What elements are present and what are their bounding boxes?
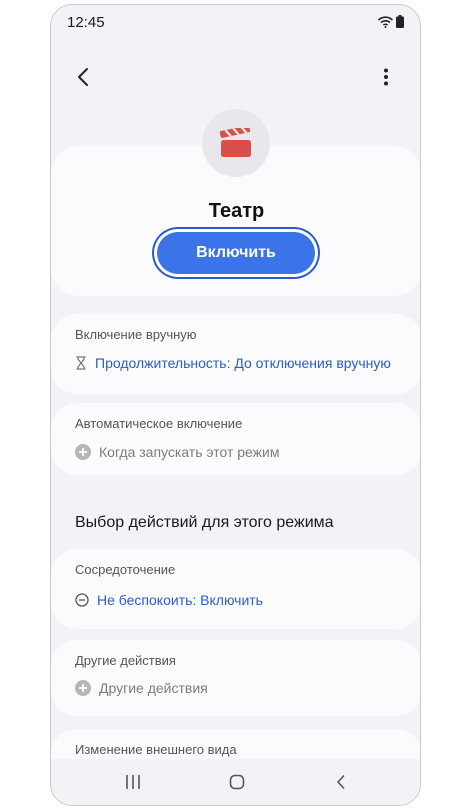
actions-heading: Выбор действий для этого режима [75,514,334,531]
mode-icon-circle [202,109,270,177]
mode-title: Театр [208,200,265,222]
back-button[interactable] [71,65,95,89]
back-icon [337,774,345,790]
other-actions-label: Другие действия [99,680,208,696]
status-icons [378,15,404,28]
phone-screen: 12:45 Театр Включить Включение вручную П… [50,4,421,806]
auto-enable-card: Автоматическое включение Когда запускать… [51,403,420,475]
focus-card: Сосредоточение Не беспокоить: Включить [51,549,420,629]
battery-icon [396,15,404,28]
plus-circle-icon [75,680,91,696]
hourglass-icon [76,356,86,370]
manual-enable-title: Включение вручную [75,327,197,342]
clapperboard-icon [219,128,251,157]
do-not-disturb-label: Не беспокоить: Включить [97,592,263,608]
home-icon [229,774,245,790]
when-to-start-label: Когда запускать этот режим [99,444,280,460]
when-to-start-setting[interactable]: Когда запускать этот режим [75,444,280,460]
other-actions-setting[interactable]: Другие действия [75,680,208,696]
focus-title: Сосредоточение [75,562,176,577]
recents-icon [126,775,140,789]
status-bar: 12:45 [51,5,420,39]
duration-label: Продолжительность: До отключения вручную [95,355,391,371]
plus-circle-icon [75,444,91,460]
appearance-title: Изменение внешнего вида [75,742,237,757]
enable-button[interactable]: Включить [157,232,315,274]
manual-enable-card: Включение вручную Продолжительность: До … [51,314,420,394]
minus-circle-icon [75,593,89,607]
more-options-button[interactable] [374,65,398,89]
other-actions-title: Другие действия [75,653,176,668]
other-actions-card: Другие действия Другие действия [51,640,420,716]
recents-button[interactable] [121,771,145,793]
home-button[interactable] [225,771,249,793]
duration-setting[interactable]: Продолжительность: До отключения вручную [75,355,391,371]
auto-enable-title: Автоматическое включение [75,416,243,431]
do-not-disturb-setting[interactable]: Не беспокоить: Включить [75,592,263,608]
more-vertical-icon [384,68,388,86]
chevron-left-icon [78,68,88,86]
wifi-icon [378,15,393,28]
navigation-bar [51,759,420,805]
status-time: 12:45 [67,14,105,31]
nav-back-button[interactable] [329,771,353,793]
